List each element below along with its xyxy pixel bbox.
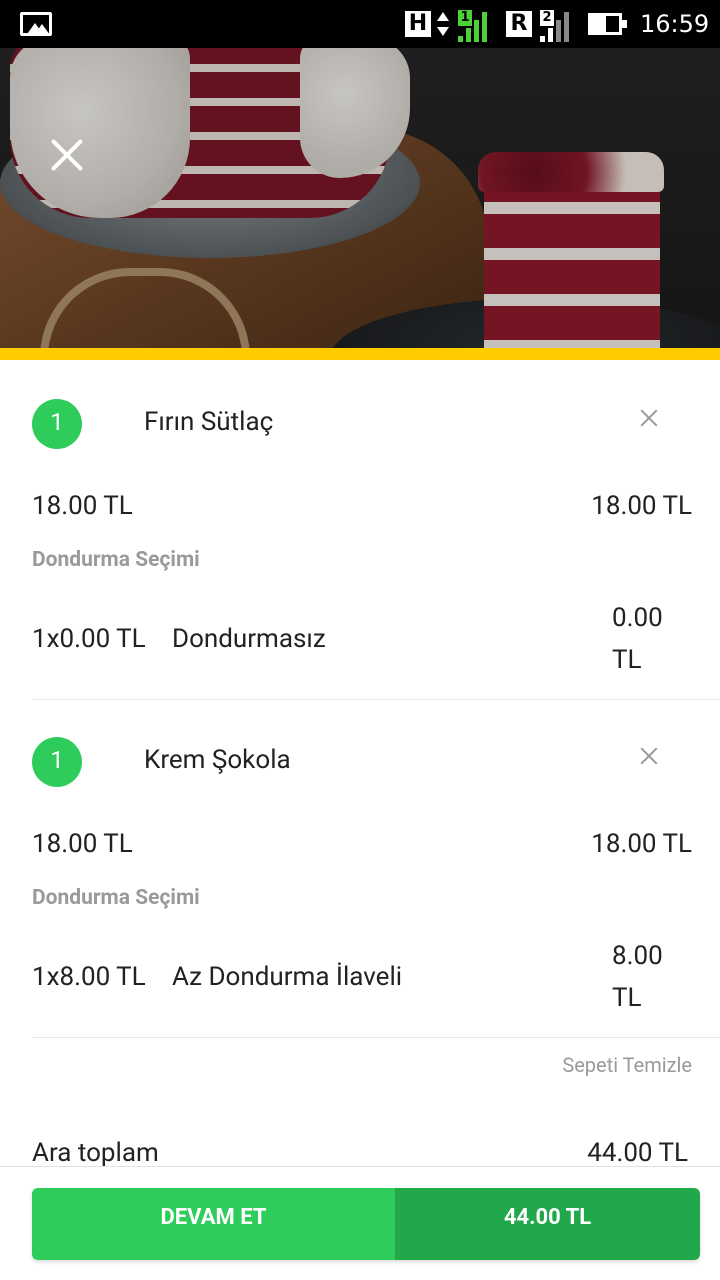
continue-button[interactable]: DEVAM ET 44.00 TL [32, 1188, 700, 1260]
close-icon[interactable] [48, 136, 86, 174]
network-type-1: H [405, 11, 431, 37]
divider [32, 1037, 720, 1038]
item-total-price: 18.00 TL [591, 829, 692, 859]
sim1-number: 1 [458, 10, 472, 26]
signal-icon-sim2: 2 [540, 10, 576, 42]
hero-overlay [0, 48, 720, 348]
quantity-badge[interactable]: 1 [32, 737, 82, 787]
hero-image [0, 48, 720, 348]
option-price-amount: 8.00 [612, 941, 663, 971]
option-quantity: 1x0.00 TL [32, 624, 146, 654]
clear-cart-link[interactable]: Sepeti Temizle [562, 1053, 692, 1077]
accent-divider [0, 348, 720, 360]
checkout-total[interactable]: 44.00 TL [395, 1188, 700, 1260]
option-price-currency: TL [612, 983, 642, 1013]
remove-item-icon[interactable] [636, 743, 662, 769]
clock: 16:59 [640, 10, 710, 38]
data-arrows-icon [436, 12, 450, 38]
battery-icon [588, 13, 627, 35]
item-unit-price: 18.00 TL [32, 491, 133, 521]
status-bar: H 1 R 2 16:59 [0, 0, 720, 48]
item-total-price: 18.00 TL [591, 491, 692, 521]
option-quantity: 1x8.00 TL [32, 962, 146, 992]
item-unit-price: 18.00 TL [32, 829, 133, 859]
network-type-2: R [506, 11, 532, 37]
quantity-badge[interactable]: 1 [32, 399, 82, 449]
subtotal-label: Ara toplam [32, 1138, 159, 1168]
option-price-currency: TL [612, 645, 642, 675]
sim2-number: 2 [540, 10, 554, 26]
option-group-title: Dondurma Seçimi [32, 548, 200, 572]
option-name: Az Dondurma İlaveli [172, 962, 403, 992]
option-name: Dondurmasız [172, 624, 326, 654]
option-group-title: Dondurma Seçimi [32, 886, 200, 910]
remove-item-icon[interactable] [636, 405, 662, 431]
option-price-amount: 0.00 [612, 603, 663, 633]
continue-label[interactable]: DEVAM ET [32, 1188, 395, 1260]
item-name: Krem Şokola [144, 745, 291, 775]
signal-icon-sim1: 1 [458, 10, 494, 42]
subtotal-value: 44.00 TL [587, 1138, 688, 1168]
item-name: Fırın Sütlaç [144, 407, 274, 437]
image-icon [20, 12, 52, 36]
option-price: 8.00 TL [612, 935, 692, 1019]
divider [32, 699, 720, 700]
option-price: 0.00 TL [612, 597, 692, 681]
